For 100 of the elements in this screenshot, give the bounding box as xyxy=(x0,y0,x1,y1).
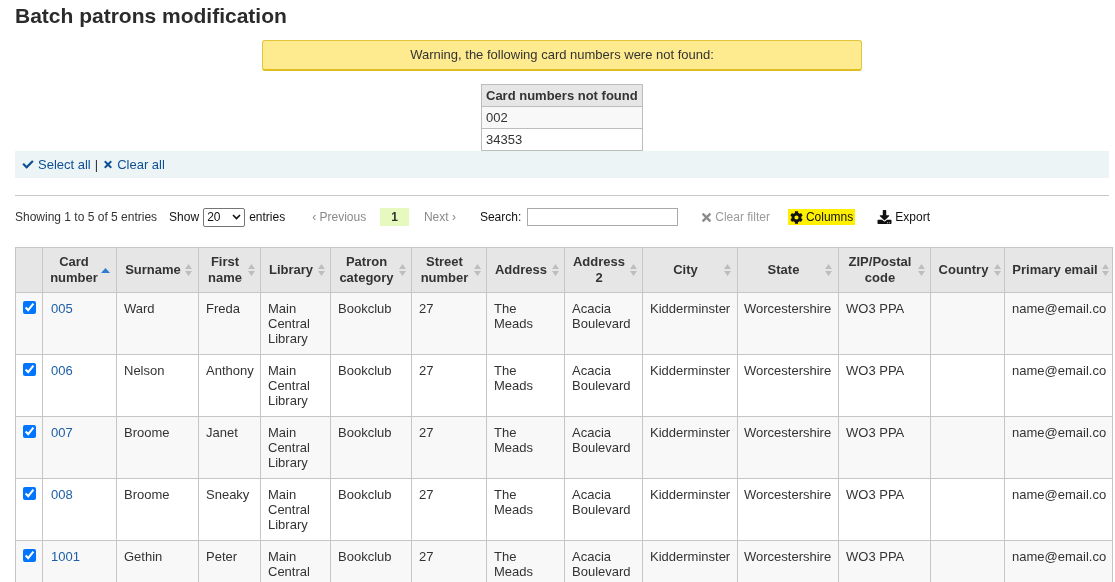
table-cell: 27 xyxy=(411,478,487,541)
table-cell: Acacia Boulevard xyxy=(564,354,643,417)
card-number-link[interactable]: 006 xyxy=(51,363,73,378)
column-header[interactable]: Surname xyxy=(116,247,199,293)
table-cell: 27 xyxy=(411,540,487,582)
column-header[interactable]: Card number xyxy=(42,247,117,293)
table-cell: WO3 PPA xyxy=(838,478,931,541)
table-cell: 27 xyxy=(411,416,487,479)
cross-icon xyxy=(701,210,713,224)
table-header-cell: Card numbers not found xyxy=(481,84,643,107)
table-cell: name@email.co xyxy=(1004,416,1113,479)
page-number-button[interactable]: 1 xyxy=(380,208,409,226)
card-number-link[interactable]: 007 xyxy=(51,425,73,440)
table-cell: name@email.co xyxy=(1004,478,1113,541)
page-size-select[interactable]: 20 xyxy=(203,207,246,227)
chevron-down-icon xyxy=(232,214,242,220)
card-number-link[interactable]: 005 xyxy=(51,301,73,316)
table-cell: Acacia Boulevard xyxy=(564,478,643,541)
table-cell: Peter xyxy=(198,540,261,582)
table-cell: Broome xyxy=(116,478,199,541)
table-cell: Worcestershire xyxy=(737,478,839,541)
card-number-link[interactable]: 1001 xyxy=(51,549,80,564)
table-cell: Bookclub xyxy=(330,354,412,417)
link-separator: | xyxy=(94,155,99,174)
column-header[interactable]: Library xyxy=(260,247,331,293)
table-cell: 002 xyxy=(481,106,643,129)
columns-button[interactable]: Columns xyxy=(787,209,856,225)
table-cell: The Meads xyxy=(486,354,565,417)
search-field[interactable] xyxy=(527,208,679,226)
table-cell: Broome xyxy=(116,416,199,479)
table-cell: Worcestershire xyxy=(737,540,839,582)
table-cell: Main Central xyxy=(260,540,331,582)
column-header[interactable]: Street number xyxy=(411,247,487,293)
column-header[interactable]: Address 2 xyxy=(564,247,643,293)
table-cell: The Meads xyxy=(486,540,565,582)
export-button[interactable]: Export xyxy=(875,209,932,225)
entries-info: Showing 1 to 5 of 5 entries xyxy=(15,209,158,226)
column-header[interactable]: Country xyxy=(930,247,1005,293)
table-cell: Bookclub xyxy=(330,540,412,582)
row-checkbox[interactable] xyxy=(22,363,36,376)
column-header[interactable]: ZIP/Postal code xyxy=(838,247,931,293)
table-cell: Acacia Boulevard xyxy=(564,416,643,479)
table-cell: Acacia Boulevard xyxy=(564,292,643,355)
table-cell: Worcestershire xyxy=(737,354,839,417)
table-cell: WO3 PPA xyxy=(838,416,931,479)
table-cell: Main Central Library xyxy=(260,354,331,417)
table-cell: name@email.co xyxy=(1004,354,1113,417)
card-number-link[interactable]: 008 xyxy=(51,487,73,502)
column-header[interactable]: First name xyxy=(198,247,261,293)
table-cell: 34353 xyxy=(481,128,643,151)
table-cell: The Meads xyxy=(486,292,565,355)
table-cell: name@email.co xyxy=(1004,292,1113,355)
row-checkbox[interactable] xyxy=(22,425,36,438)
row-checkbox[interactable] xyxy=(22,301,36,314)
column-header[interactable]: City xyxy=(642,247,738,293)
download-icon xyxy=(877,210,893,224)
table-cell: Bookclub xyxy=(330,292,412,355)
row-checkbox[interactable] xyxy=(22,549,36,562)
table-cell: Gethin xyxy=(116,540,199,582)
table-cell: 27 xyxy=(411,292,487,355)
table-cell: Worcestershire xyxy=(737,292,839,355)
table-cell: Kidderminster xyxy=(642,416,738,479)
table-cell: Nelson xyxy=(116,354,199,417)
gear-icon xyxy=(789,210,803,224)
table-cell: Janet xyxy=(198,416,261,479)
table-cell: Kidderminster xyxy=(642,478,738,541)
check-icon xyxy=(22,159,34,170)
table-cell: The Meads xyxy=(486,478,565,541)
table-cell: Kidderminster xyxy=(642,354,738,417)
table-cell: Main Central Library xyxy=(260,292,331,355)
table-cell: WO3 PPA xyxy=(838,354,931,417)
warning-message: Warning, the following card numbers were not found: xyxy=(262,40,862,71)
table-cell: WO3 PPA xyxy=(838,540,931,582)
table-cell: 27 xyxy=(411,354,487,417)
table-cell: WO3 PPA xyxy=(838,292,931,355)
cross-icon xyxy=(103,159,114,170)
table-cell: Main Central Library xyxy=(260,416,331,479)
table-cell: Sneaky xyxy=(198,478,261,541)
table-cell: name@email.co xyxy=(1004,540,1113,582)
column-header[interactable]: Address xyxy=(486,247,565,293)
table-cell: Kidderminster xyxy=(642,540,738,582)
clear-all-link[interactable]: Clear all xyxy=(103,154,165,175)
table-cell: Acacia Boulevard xyxy=(564,540,643,582)
show-label: Show xyxy=(169,209,200,226)
row-checkbox[interactable] xyxy=(22,487,36,500)
column-header[interactable]: Primary email xyxy=(1004,247,1113,293)
table-cell: Bookclub xyxy=(330,478,412,541)
table-cell: Bookclub xyxy=(330,416,412,479)
table-cell: Worcestershire xyxy=(737,416,839,479)
table-cell: The Meads xyxy=(486,416,565,479)
table-cell: Freda xyxy=(198,292,261,355)
entries-label: entries xyxy=(249,209,286,226)
search-label: Search: xyxy=(479,209,522,226)
column-header[interactable]: State xyxy=(737,247,839,293)
table-cell: Ward xyxy=(116,292,199,355)
table-cell: Main Central Library xyxy=(260,478,331,541)
select-all-link[interactable]: Select all xyxy=(22,154,91,175)
table-cell: Anthony xyxy=(198,354,261,417)
column-header[interactable]: Patron category xyxy=(330,247,412,293)
table-cell: Kidderminster xyxy=(642,292,738,355)
